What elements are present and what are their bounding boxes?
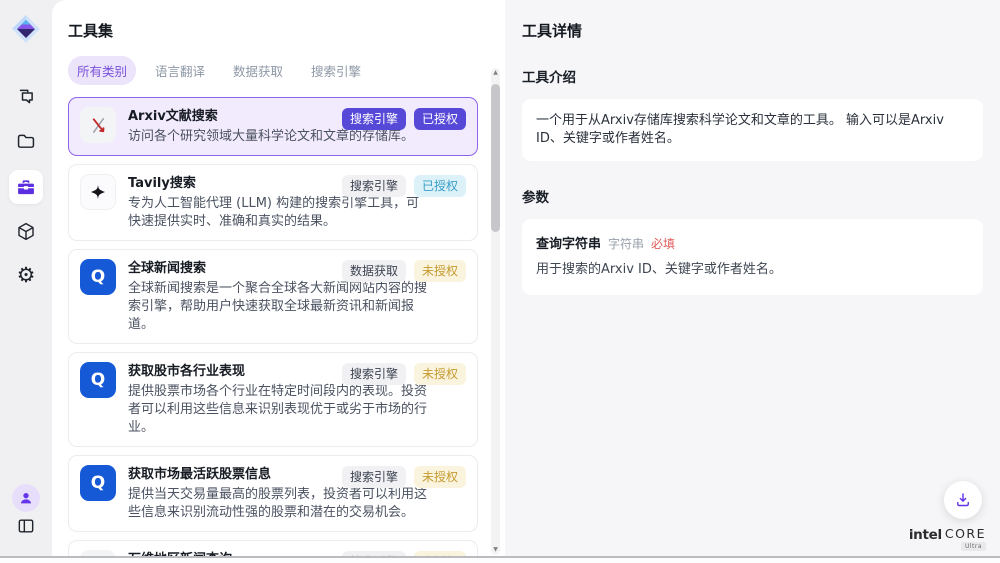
tool-detail-panel: 工具详情 工具介绍 一个用于从Arxiv存储库搜索科学论文和文章的工具。 输入可… [505, 0, 1000, 563]
tool-card[interactable]: Q 获取股市各行业表现 提供股票市场各个行业在特定时间段内的表现。投资者可以利用… [68, 352, 478, 447]
detail-title: 工具详情 [522, 20, 983, 41]
brand-core: core [945, 527, 986, 540]
q-blue-icon: Q [80, 259, 116, 295]
intro-heading: 工具介绍 [522, 66, 983, 86]
params-heading: 参数 [522, 186, 983, 206]
tool-description: 全球新闻搜索是一个聚合全球各大新闻网站内容的搜索引擎，帮助用户快速获取全球最新资… [128, 280, 430, 334]
toolset-panel: 工具集 所有类别语言翻译数据获取搜索引擎 Arxiv文献搜索 访问各个研究领域大… [52, 0, 505, 563]
category-badge: 搜索引擎 [342, 108, 406, 130]
scroll-down-icon[interactable]: ▼ [491, 546, 500, 554]
category-tab[interactable]: 语言翻译 [146, 56, 214, 85]
scrollbar-thumb[interactable] [491, 84, 500, 232]
tool-description: 专为人工智能代理 (LLM) 构建的搜索引擎工具，可快速提供实时、准确和真实的结… [128, 195, 430, 231]
parameter-item: 查询字符串 字符串 必填 用于搜索的Arxiv ID、关键字或作者姓名。 [522, 219, 983, 295]
category-tab[interactable]: 数据获取 [224, 56, 292, 85]
scrollbar[interactable]: ▲ ▼ [491, 68, 500, 555]
tool-card[interactable]: Tavily搜索 专为人工智能代理 (LLM) 构建的搜索引擎工具，可快速提供实… [68, 164, 478, 241]
category-badge: 搜索引擎 [342, 175, 406, 197]
tool-card[interactable]: Q 获取市场最活跃股票信息 提供当天交易量最高的股票列表，投资者可以利用这些信息… [68, 455, 478, 532]
tool-list: Arxiv文献搜索 访问各个研究领域大量科学论文和文章的存储库。 搜索引擎 已授… [68, 97, 478, 560]
parameter-name: 查询字符串 [536, 233, 601, 252]
parameter-required-flag: 必填 [651, 235, 675, 252]
category-badge: 搜索引擎 [342, 363, 406, 385]
intel-core-logo: intel core Ultra [909, 527, 986, 551]
folder-icon[interactable] [16, 131, 37, 152]
app-sidebar: ⚙ [0, 0, 52, 563]
tool-description: 访问各个研究领域大量科学论文和文章的存储库。 [128, 128, 414, 146]
auth-badge: 已授权 [414, 175, 466, 197]
gear-icon[interactable]: ⚙ [17, 265, 36, 286]
tool-card[interactable]: Arxiv文献搜索 访问各个研究领域大量科学论文和文章的存储库。 搜索引擎 已授… [68, 97, 478, 156]
tavily-icon [80, 174, 116, 210]
q-blue-icon: Q [80, 362, 116, 398]
arxiv-icon [80, 107, 116, 143]
app-logo-icon [10, 13, 42, 45]
params-list: 查询字符串 字符串 必填 用于搜索的Arxiv ID、关键字或作者姓名。 [522, 219, 983, 295]
tool-card[interactable]: Q 全球新闻搜索 全球新闻搜索是一个聚合全球各大新闻网站内容的搜索引擎，帮助用户… [68, 249, 478, 344]
window-bottom-strip [0, 558, 1000, 563]
category-badge: 搜索引擎 [342, 466, 406, 488]
category-badge: 数据获取 [342, 260, 406, 282]
parameter-type: 字符串 [608, 235, 644, 252]
toolbox-icon[interactable] [9, 170, 43, 204]
scroll-up-icon[interactable]: ▲ [491, 69, 500, 77]
brand-intel: intel [909, 527, 942, 543]
parameter-description: 用于搜索的Arxiv ID、关键字或作者姓名。 [536, 261, 969, 279]
cube-icon[interactable] [16, 221, 37, 242]
brand-badge: Ultra [961, 542, 986, 551]
tool-description: 提供当天交易量最高的股票列表，投资者可以利用这些信息来识别流动性强的股票和潜在的… [128, 486, 430, 522]
chat-icon[interactable] [16, 86, 37, 107]
q-blue-icon: Q [80, 465, 116, 501]
category-tab[interactable]: 所有类别 [68, 56, 136, 85]
auth-badge: 未授权 [414, 363, 466, 385]
category-tab[interactable]: 搜索引擎 [302, 56, 370, 85]
auth-badge: 未授权 [414, 466, 466, 488]
category-tabs: 所有类别语言翻译数据获取搜索引擎 [68, 56, 505, 85]
user-avatar-icon[interactable] [12, 484, 40, 512]
tool-description: 提供股票市场各个行业在特定时间段内的表现。投资者可以利用这些信息来识别表现优于或… [128, 383, 430, 437]
panel-layout-icon[interactable] [16, 516, 36, 536]
toolset-title: 工具集 [52, 0, 505, 41]
auth-badge: 已授权 [414, 108, 466, 130]
intro-text: 一个用于从Arxiv存储库搜索科学论文和文章的工具。 输入可以是Arxiv ID… [522, 99, 983, 161]
download-button[interactable] [944, 481, 982, 519]
auth-badge: 未授权 [414, 260, 466, 282]
download-icon [954, 491, 972, 509]
